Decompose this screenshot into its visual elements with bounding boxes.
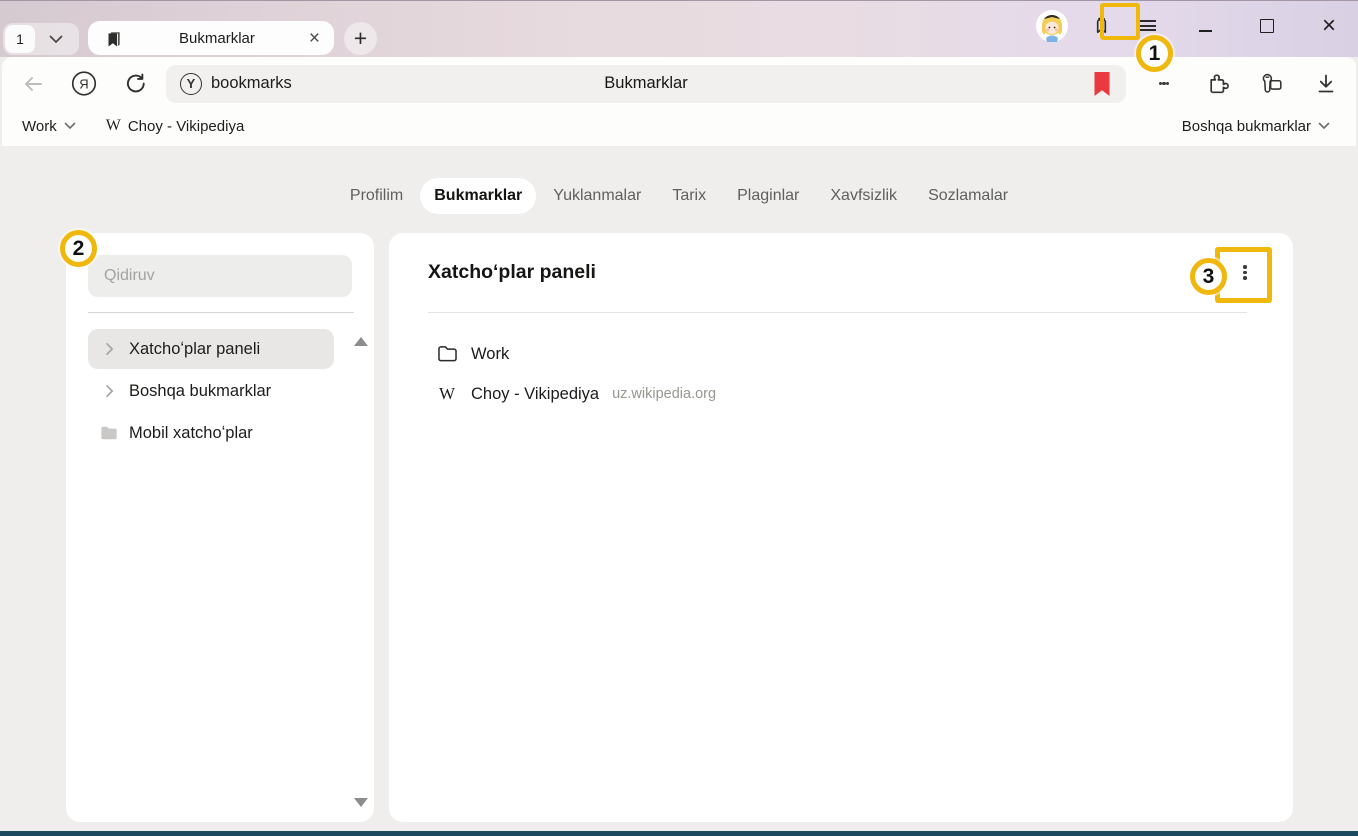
- annotation-step-1: 1: [1136, 35, 1173, 72]
- browser-window: 1 Bukmarklar × +: [0, 0, 1358, 836]
- window-minimize-button[interactable]: [1186, 7, 1224, 45]
- search-input[interactable]: [88, 267, 352, 285]
- folder-tree: Xatchoʻplar paneli Boshqa bukmarklar Mob…: [66, 329, 374, 453]
- tree-item-label: Xatchoʻplar paneli: [129, 340, 260, 359]
- tab-yuklanmalar[interactable]: Yuklanmalar: [539, 178, 655, 214]
- toolbar-menu-button[interactable]: [1152, 72, 1176, 96]
- main-panel-header: Xatchoʻplar paneli: [389, 233, 1293, 312]
- wikipedia-link-label: Choy - Vikipediya: [128, 118, 244, 135]
- sidebar-search[interactable]: [88, 255, 352, 297]
- bookmarks-main-panel: Xatchoʻplar paneli Work W Choy - Vikiped…: [389, 233, 1293, 822]
- tree-item-label: Mobil xatchoʻplar: [129, 424, 253, 443]
- arrow-left-icon: [21, 72, 45, 96]
- reload-button[interactable]: [122, 71, 148, 97]
- bookmarks-bar-link-wikipedia[interactable]: W Choy - Vikipediya: [106, 117, 245, 135]
- sidebar-divider: [88, 312, 354, 313]
- tab-plaginlar[interactable]: Plaginlar: [723, 178, 813, 214]
- bookmarks-sidebar: Xatchoʻplar paneli Boshqa bukmarklar Mob…: [66, 233, 374, 822]
- scroll-down-arrow[interactable]: [354, 798, 368, 807]
- download-arrow-icon: [1314, 72, 1338, 96]
- wikipedia-favicon: W: [106, 117, 121, 135]
- bookmarks-bar-folder-work[interactable]: Work: [22, 118, 76, 135]
- address-bar[interactable]: Y bookmarks Bukmarklar: [166, 65, 1126, 103]
- main-panel-divider: [428, 312, 1247, 313]
- tab-sozlamalar[interactable]: Sozlamalar: [914, 178, 1022, 214]
- folder-icon: [436, 345, 458, 363]
- chevron-right-icon: [100, 340, 118, 358]
- tab-title: Bukmarklar: [129, 30, 305, 47]
- puzzle-icon: [1206, 71, 1230, 96]
- active-tab[interactable]: Bukmarklar ×: [88, 21, 334, 55]
- scroll-up-arrow[interactable]: [354, 337, 368, 346]
- chevron-right-icon: [100, 382, 118, 400]
- page-title: Bukmarklar: [166, 74, 1126, 93]
- other-bookmarks-button[interactable]: Boshqa bukmarklar: [1182, 118, 1330, 135]
- downloads-button[interactable]: [1314, 72, 1338, 96]
- back-button[interactable]: [20, 71, 46, 97]
- tab-counter-button[interactable]: 1: [5, 25, 35, 53]
- page-bookmarked-icon[interactable]: [1092, 72, 1112, 97]
- tab-tarix[interactable]: Tarix: [658, 178, 720, 214]
- other-bookmarks-label: Boshqa bukmarklar: [1182, 118, 1311, 135]
- svg-text:Я: Я: [79, 76, 88, 91]
- chevron-down-icon: [64, 122, 76, 130]
- tab-list-chevron-button[interactable]: [35, 35, 77, 44]
- tree-item-bookmarks-panel[interactable]: Xatchoʻplar paneli: [88, 329, 334, 369]
- panel-heading: Xatchoʻplar paneli: [428, 261, 596, 284]
- tab-close-icon[interactable]: ×: [305, 29, 324, 48]
- bookmarks-manager-page: Profilim Bukmarklar Yuklanmalar Tarix Pl…: [0, 146, 1358, 831]
- window-close-button[interactable]: ×: [1310, 7, 1348, 45]
- annotation-step-2: 2: [60, 230, 97, 267]
- new-tab-button[interactable]: +: [344, 22, 377, 55]
- bookmarks-tab-favicon-icon: [104, 29, 123, 48]
- chevron-down-icon: [1318, 122, 1330, 130]
- list-item-choy-vikipediya[interactable]: W Choy - Vikipediya uz.wikipedia.org: [389, 374, 1293, 414]
- wikipedia-favicon: W: [436, 384, 458, 404]
- tree-item-label: Boshqa bukmarklar: [129, 382, 271, 401]
- minimize-icon: [1199, 30, 1212, 32]
- bookmarks-bar: Work W Choy - Vikipediya Boshqa bukmarkl…: [2, 110, 1356, 146]
- search-engine-icon: Y: [180, 73, 202, 95]
- bookmarks-list: Work W Choy - Vikipediya uz.wikipedia.or…: [389, 334, 1293, 414]
- tab-profilim[interactable]: Profilim: [336, 178, 417, 214]
- folder-filled-icon: [100, 424, 118, 442]
- tab-bukmarklar[interactable]: Bukmarklar: [420, 178, 536, 214]
- yandex-logo-icon: Я: [71, 70, 97, 97]
- list-item-name: Choy - Vikipediya: [471, 385, 599, 404]
- reload-icon: [123, 71, 148, 96]
- yandex-logo-button[interactable]: Я: [71, 71, 97, 97]
- settings-nav-tabs: Profilim Bukmarklar Yuklanmalar Tarix Pl…: [0, 178, 1358, 214]
- annotation-highlight-box-1: [1100, 3, 1140, 40]
- list-item-name: Work: [471, 345, 509, 364]
- tree-item-other-bookmarks[interactable]: Boshqa bukmarklar: [88, 371, 334, 411]
- url-text[interactable]: bookmarks: [211, 74, 292, 93]
- titlebar-right-cluster: ×: [1036, 1, 1358, 58]
- password-manager-icon[interactable]: [1260, 72, 1284, 96]
- annotation-step-3: 3: [1190, 258, 1227, 295]
- toolbar-icon-cluster: [1152, 72, 1338, 96]
- extensions-button[interactable]: [1206, 72, 1230, 96]
- maximize-icon: [1260, 19, 1274, 33]
- work-folder-label: Work: [22, 118, 57, 135]
- tab-group: 1: [3, 23, 79, 55]
- profile-avatar[interactable]: [1036, 10, 1068, 42]
- list-item-work-folder[interactable]: Work: [389, 334, 1293, 374]
- tree-item-mobile-bookmarks[interactable]: Mobil xatchoʻplar: [88, 413, 334, 453]
- close-icon: ×: [1322, 12, 1336, 40]
- window-maximize-button[interactable]: [1248, 7, 1286, 45]
- list-item-url: uz.wikipedia.org: [612, 386, 716, 402]
- hamburger-icon: [1139, 18, 1156, 34]
- tab-xavfsizlik[interactable]: Xavfsizlik: [816, 178, 911, 214]
- chevron-down-icon: [49, 35, 63, 44]
